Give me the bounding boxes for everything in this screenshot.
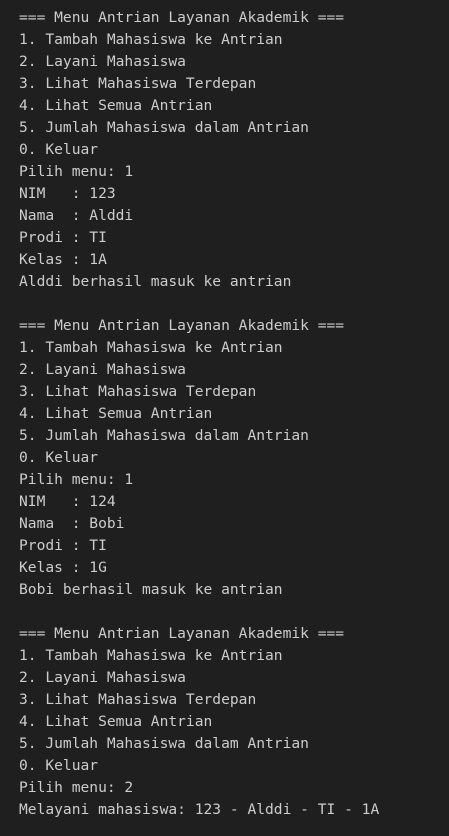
terminal-line: 5. Jumlah Mahasiswa dalam Antrian: [19, 427, 309, 444]
terminal-line: 3. Lihat Mahasiswa Terdepan: [19, 75, 257, 92]
terminal-line: NIM : 124: [19, 493, 116, 510]
terminal-line: Alddi berhasil masuk ke antrian: [19, 273, 292, 290]
terminal-line: 4. Lihat Semua Antrian: [19, 97, 213, 114]
terminal-line: Prodi : TI: [19, 229, 107, 246]
terminal-line: Bobi berhasil masuk ke antrian: [19, 581, 283, 598]
terminal-line: Pilih menu: 2: [19, 779, 134, 796]
terminal-line: 2. Layani Mahasiswa: [19, 669, 186, 686]
terminal-line: === Menu Antrian Layanan Akademik ===: [19, 9, 345, 26]
terminal-line: Kelas : 1A: [19, 251, 107, 268]
terminal-line: === Menu Antrian Layanan Akademik ===: [19, 625, 345, 642]
terminal-line: === Menu Antrian Layanan Akademik ===: [19, 317, 345, 334]
terminal-line: 1. Tambah Mahasiswa ke Antrian: [19, 339, 283, 356]
terminal-line: Prodi : TI: [19, 537, 107, 554]
terminal-line: 4. Lihat Semua Antrian: [19, 713, 213, 730]
terminal-line: 0. Keluar: [19, 141, 99, 158]
terminal-line: 2. Layani Mahasiswa: [19, 361, 186, 378]
terminal-line: 4. Lihat Semua Antrian: [19, 405, 213, 422]
terminal-line: NIM : 123: [19, 185, 116, 202]
terminal-line: Pilih menu: 1: [19, 471, 134, 488]
terminal-line: 1. Tambah Mahasiswa ke Antrian: [19, 647, 283, 664]
terminal-line: 1. Tambah Mahasiswa ke Antrian: [19, 31, 283, 48]
terminal-line: 0. Keluar: [19, 757, 99, 774]
terminal-line: 5. Jumlah Mahasiswa dalam Antrian: [19, 119, 309, 136]
terminal-line: Kelas : 1G: [19, 559, 107, 576]
terminal-line: 0. Keluar: [19, 449, 99, 466]
terminal-line: Nama : Alddi: [19, 207, 134, 224]
terminal-line: Pilih menu: 1: [19, 163, 134, 180]
terminal-line: 5. Jumlah Mahasiswa dalam Antrian: [19, 735, 309, 752]
terminal-output[interactable]: === Menu Antrian Layanan Akademik === 1.…: [0, 0, 449, 836]
terminal-line: 3. Lihat Mahasiswa Terdepan: [19, 383, 257, 400]
terminal-line: 3. Lihat Mahasiswa Terdepan: [19, 691, 257, 708]
terminal-line: 2. Layani Mahasiswa: [19, 53, 186, 70]
terminal-line: Melayani mahasiswa: 123 - Alddi - TI - 1…: [19, 801, 380, 818]
terminal-line: Nama : Bobi: [19, 515, 125, 532]
